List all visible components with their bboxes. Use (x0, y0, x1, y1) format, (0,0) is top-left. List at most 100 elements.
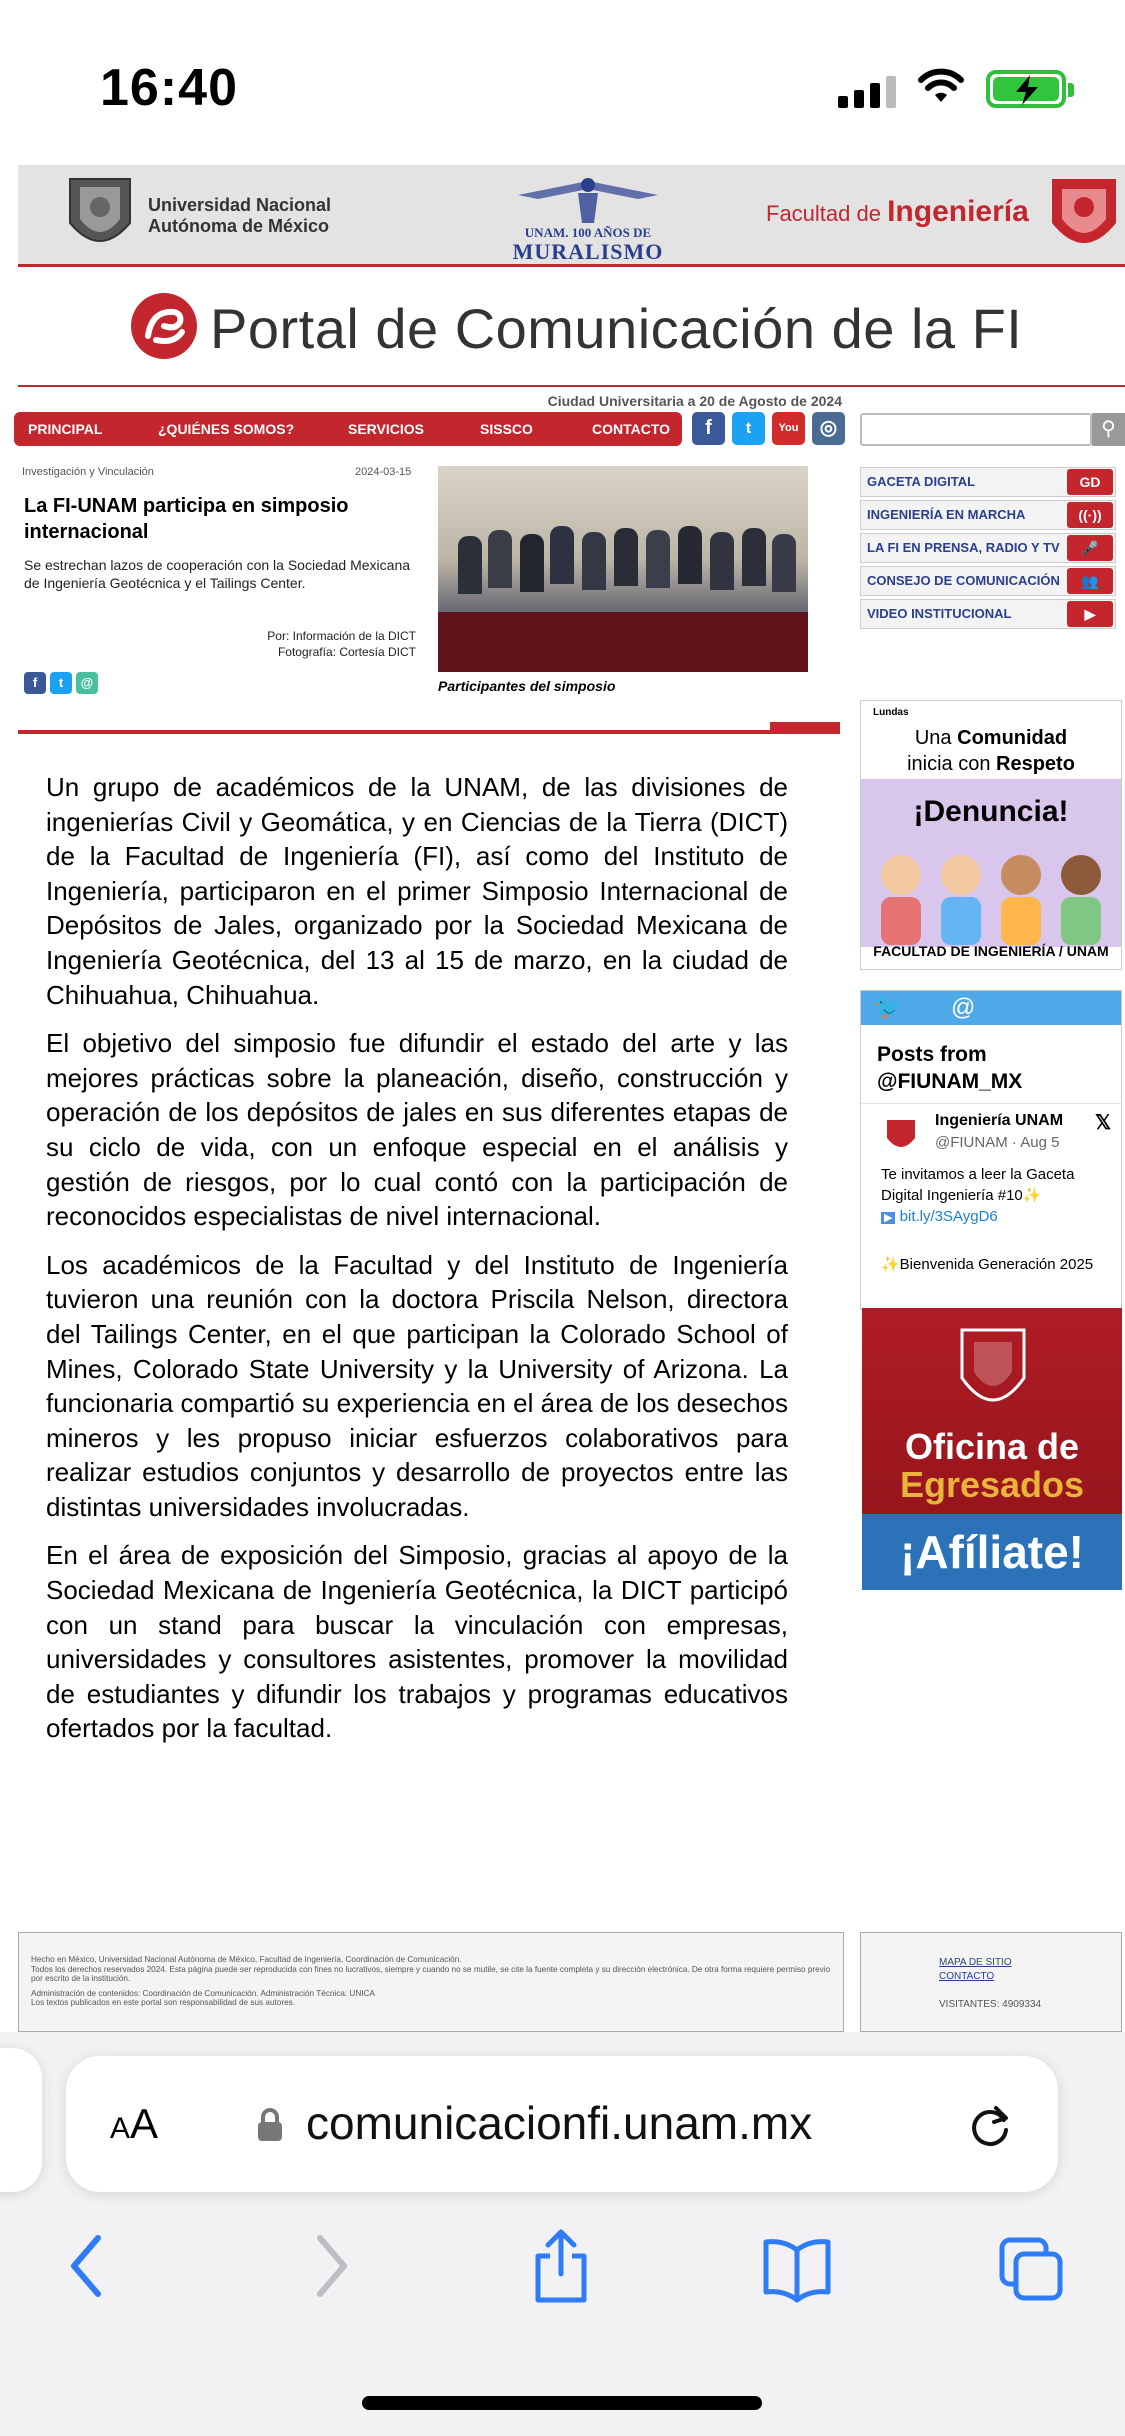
tweet-text: Te invitamos a leer la Gaceta Digital In… (881, 1166, 1075, 1204)
twitter-header: 🐦 @ FIUNAM_MX (861, 991, 1121, 1055)
site-footer: Hecho en México, Universidad Nacional Au… (18, 1932, 844, 2032)
sidebar-prensa-radio-tv[interactable]: LA FI EN PRENSA, RADIO Y TV 🎤 (860, 533, 1116, 563)
twitter-bird-icon: 🐦 (873, 994, 903, 1021)
sitemap-link[interactable]: MAPA DE SITIO (939, 1957, 1012, 1968)
sidebar-item-label: LA FI EN PRENSA, RADIO Y TV (867, 540, 1060, 555)
microphone-icon: 🎤 (1067, 535, 1113, 561)
twitter-widget[interactable]: 🐦 @ FIUNAM_MX Posts from @FIUNAM_MX Inge… (860, 990, 1122, 1310)
lundas-ad[interactable]: Lundas Una Comunidad inicia con Respeto … (860, 700, 1122, 970)
sidebar-item-label: GACETA DIGITAL (867, 474, 976, 489)
tweet-text-2: ✨Bienvenida Generación 2025 (881, 1256, 1094, 1273)
share-twitter-icon[interactable]: t (50, 672, 72, 694)
article-subhead: Se estrechan lazos de cooperación con la… (24, 557, 411, 591)
share-icon[interactable] (526, 2226, 596, 2306)
forward-icon[interactable] (294, 2226, 364, 2306)
main-nav: PRINCIPAL ¿QUIÉNES SOMOS? SERVICIOS SISS… (14, 412, 682, 446)
tweet-link[interactable]: ▶ bit.ly/3SAygD6 (881, 1208, 998, 1225)
nav-servicios[interactable]: SERVICIOS (348, 421, 424, 437)
status-bar: 16:40 (0, 0, 1125, 165)
play-icon: ▶ (881, 1212, 896, 1224)
tabs-icon[interactable] (996, 2226, 1066, 2306)
sidebar-item-label: VIDEO INSTITUCIONAL (867, 606, 1012, 621)
unam-name: Universidad Nacional Autónoma de México (148, 195, 331, 237)
sidebar-gaceta-digital[interactable]: GACETA DIGITAL GD (860, 467, 1116, 497)
battery-charging-icon (986, 70, 1074, 108)
broadcast-icon: ((·)) (1067, 502, 1113, 528)
lock-icon (258, 2108, 282, 2141)
unam-crest-logo[interactable] (60, 173, 140, 259)
people-illustration (881, 855, 1101, 945)
people-icon: 👥 (1067, 568, 1113, 594)
fi-crest-icon (960, 1328, 1026, 1402)
footer-line3: Administración de contenidos: Coordinaci… (31, 1988, 375, 1998)
egresados-ad[interactable]: Oficina de Egresados ¡Afíliate! (862, 1308, 1122, 1590)
reload-icon[interactable] (964, 2100, 1016, 2152)
footer-line1: Hecho en México, Universidad Nacional Au… (31, 1955, 462, 1964)
twitter-icon[interactable]: t (732, 412, 765, 445)
back-icon[interactable] (54, 2226, 124, 2306)
denuncia-banner: ¡Denuncia! (861, 779, 1121, 947)
tweet-card[interactable]: Ingeniería UNAM 𝕏 @FIUNAM · Aug 5 Te inv… (861, 1103, 1121, 1309)
muralismo-line2: MURALISMO (512, 239, 664, 264)
lundas-line2: inicia con Respeto (907, 753, 1075, 775)
byline-photo-credit: Fotografía: Cortesía DICT (277, 645, 416, 659)
address-bar[interactable]: AA comunicacionfi.unam.mx (66, 2056, 1058, 2192)
cellular-signal-icon (838, 74, 896, 108)
share-facebook-icon[interactable]: f (24, 672, 46, 694)
nav-principal[interactable]: PRINCIPAL (28, 421, 102, 437)
article-headline: La FI-UNAM participa en simposio interna… (24, 495, 349, 543)
article-photo[interactable] (438, 466, 808, 672)
portal-logo-icon[interactable] (130, 292, 198, 360)
fi-crest-logo[interactable] (1046, 171, 1122, 261)
article-paragraph: Los académicos de la Facultad y del Inst… (46, 1249, 788, 1522)
home-indicator[interactable] (362, 2396, 762, 2410)
reader-options-button[interactable]: AA (110, 2100, 158, 2148)
search-input[interactable] (860, 413, 1092, 446)
previous-tab-preview[interactable] (0, 2048, 42, 2192)
facebook-icon[interactable]: f (692, 412, 725, 445)
article-category[interactable]: Investigación y Vinculación (22, 466, 154, 478)
bookmarks-icon[interactable] (762, 2226, 832, 2306)
footer-line2: Todos los derechos reservados 2024. Esta… (31, 1964, 831, 1984)
muralismo-logo[interactable]: UNAM. 100 AÑOS DE MURALISMO (488, 173, 688, 264)
article-paragraph: Un grupo de académicos de la UNAM, de la… (46, 772, 788, 1010)
nav-contacto[interactable]: CONTACTO (592, 421, 670, 437)
lundas-footer: FACULTAD DE INGENIERÍA / UNAM (873, 943, 1109, 959)
video-play-icon: ▶ (1067, 601, 1113, 627)
share-email-icon[interactable]: @ (76, 672, 98, 694)
portal-title: Portal de Comunicación de la FI (210, 297, 1023, 360)
url-text[interactable]: comunicacionfi.unam.mx (306, 2096, 812, 2150)
afiliate-button[interactable]: ¡Afíliate! (862, 1514, 1122, 1590)
tweet-author: Ingeniería UNAM (935, 1112, 1064, 1129)
nav-quienes-somos[interactable]: ¿QUIÉNES SOMOS? (158, 421, 294, 437)
mural-figure-icon (518, 178, 658, 223)
sidebar-video-institucional[interactable]: VIDEO INSTITUCIONAL ▶ (860, 599, 1116, 629)
youtube-icon[interactable]: You (772, 412, 805, 445)
tweet-handle: @FIUNAM · Aug 5 (935, 1134, 1060, 1151)
lundas-brand: Lundas (873, 707, 909, 718)
footer-line4: Los textos publicados en este portal son… (31, 1998, 295, 2007)
divider (18, 385, 1125, 387)
article-date: 2024-03-15 (355, 466, 412, 478)
photo-caption: Participantes del simposio (438, 678, 616, 694)
sidebar-ingenieria-en-marcha[interactable]: INGENIERÍA EN MARCHA ((·)) (860, 500, 1116, 530)
article-byline: Por: Información de la DICT Fotografía: … (180, 628, 416, 660)
sidebar-consejo-comunicacion[interactable]: CONSEJO DE COMUNICACIÓN 👥 (860, 566, 1116, 596)
egresados-line1: Oficina de (904, 1426, 1080, 1467)
article-paragraph: El objetivo del simposio fue difundir el… (46, 1028, 788, 1232)
visitor-counter: VISITANTES: 4909334 (939, 1999, 1042, 2010)
unam-name-line1: Universidad Nacional (148, 195, 332, 215)
fi-label: Facultad de Ingeniería (766, 195, 1029, 229)
search-icon[interactable]: ⚲ (1092, 413, 1125, 446)
contact-link[interactable]: CONTACTO (939, 1971, 994, 1982)
portal-header: Portal de Comunicación de la FI (130, 290, 1110, 370)
date-line: Ciudad Universitaria a 20 de Agosto de 2… (547, 393, 842, 409)
article-divider (18, 722, 840, 736)
wifi-icon (918, 68, 964, 102)
nav-sissco[interactable]: SISSCO (480, 421, 533, 437)
fi-name: Ingeniería (887, 195, 1029, 228)
instagram-icon[interactable]: ◎ (812, 412, 845, 445)
article-paragraph: En el área de exposición del Simposio, g… (46, 1540, 788, 1744)
gaceta-icon: GD (1067, 469, 1113, 495)
status-time: 16:40 (100, 59, 238, 117)
